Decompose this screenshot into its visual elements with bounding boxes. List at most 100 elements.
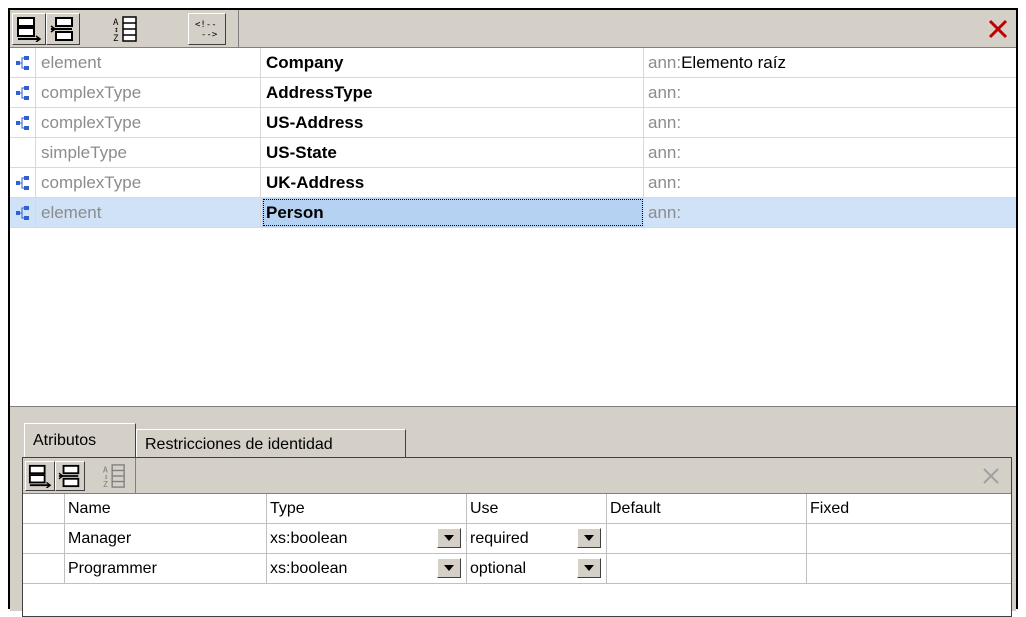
attribute-use-value: required (470, 530, 529, 547)
toolbar-separator (238, 10, 239, 48)
component-row-addresstype[interactable]: complexType AddressType ann: (10, 78, 1016, 108)
svg-text:Z: Z (113, 34, 119, 43)
component-kind: element (37, 48, 261, 77)
component-name[interactable]: US-Address (262, 108, 644, 137)
component-annotation[interactable]: ann: (645, 168, 1016, 197)
component-row-company[interactable]: element Company ann:Elemento raíz (10, 48, 1016, 78)
component-name[interactable]: AddressType (262, 78, 644, 107)
append-row-icon (28, 464, 52, 488)
svg-text:↕: ↕ (114, 25, 119, 34)
attributes-toolbar: A ↕ Z (23, 458, 1011, 494)
annotation-prefix: ann: (648, 173, 682, 192)
component-name[interactable]: Company (262, 48, 644, 77)
annotation-prefix: ann: (648, 53, 682, 72)
empty-icon-cell (10, 138, 36, 167)
component-row-us-address[interactable]: complexType US-Address ann: (10, 108, 1016, 138)
svg-text:Z: Z (103, 479, 108, 489)
annotation-prefix: ann: (648, 83, 682, 102)
component-name[interactable]: Person (262, 198, 644, 227)
dropdown-arrow-icon (584, 535, 594, 541)
component-row-person[interactable]: element Person ann: (10, 198, 1016, 228)
attribute-use[interactable]: optional (467, 554, 607, 583)
use-dropdown-button[interactable] (577, 528, 601, 548)
close-button[interactable] (984, 15, 1012, 43)
tab-attributes[interactable]: Atributos (24, 423, 136, 457)
sort-az-icon: A ↕ Z (113, 16, 137, 43)
components-toolbar: A ↕ Z <!-- --> (10, 10, 1016, 48)
component-row-uk-address[interactable]: complexType UK-Address ann: (10, 168, 1016, 198)
attribute-type[interactable]: xs:boolean (267, 524, 467, 553)
attribute-use-value: optional (470, 560, 527, 577)
component-tree-icon[interactable] (10, 78, 36, 107)
attribute-type-value: xs:boolean (270, 530, 348, 547)
attribute-name[interactable]: Manager (65, 524, 267, 553)
component-row-us-state[interactable]: simpleType US-State ann: (10, 138, 1016, 168)
dropdown-arrow-icon (444, 535, 454, 541)
toolbar-separator (135, 458, 136, 494)
component-kind: complexType (37, 108, 261, 137)
attribute-type-value: xs:boolean (270, 560, 348, 577)
insert-row-icon (50, 17, 73, 41)
component-annotation[interactable]: ann: (645, 108, 1016, 137)
tab-identity-constraints[interactable]: Restricciones de identidad (136, 429, 406, 459)
component-tree-icon[interactable] (10, 168, 36, 197)
component-tree-icon[interactable] (10, 198, 36, 227)
close-icon (983, 468, 999, 484)
dropdown-arrow-icon (584, 565, 594, 571)
comment-icon: <!-- --> (195, 20, 218, 40)
attribute-type[interactable]: xs:boolean (267, 554, 467, 583)
append-row-button[interactable] (12, 13, 46, 45)
component-name[interactable]: US-State (262, 138, 644, 167)
comment-button[interactable]: <!-- --> (188, 13, 226, 45)
annotation-value: Elemento raíz (681, 53, 786, 72)
row-marker (23, 554, 65, 583)
svg-text:<!--: <!-- (195, 20, 217, 30)
column-header-name[interactable]: Name (65, 494, 267, 523)
attribute-use[interactable]: required (467, 524, 607, 553)
column-header-fixed[interactable]: Fixed (807, 494, 1011, 523)
insert-row-icon (58, 464, 80, 488)
schema-overview-window: A ↕ Z <!-- --> element Company ann:Eleme… (8, 8, 1018, 617)
attribute-default[interactable] (607, 554, 807, 583)
attribute-name[interactable]: Programmer (65, 554, 267, 583)
svg-text:-->: --> (201, 30, 218, 40)
use-dropdown-button[interactable] (577, 558, 601, 578)
details-panel: Restricciones de identidad Atributos A ↕… (10, 406, 1016, 617)
row-marker (23, 524, 65, 553)
component-name[interactable]: UK-Address (262, 168, 644, 197)
append-row-icon (17, 17, 42, 42)
dropdown-arrow-icon (444, 565, 454, 571)
component-kind: element (37, 198, 261, 227)
type-dropdown-button[interactable] (437, 528, 461, 548)
component-annotation[interactable]: ann: (645, 138, 1016, 167)
component-tree-icon[interactable] (10, 108, 36, 137)
component-kind: complexType (37, 168, 261, 197)
close-icon (988, 19, 1008, 39)
component-kind: complexType (37, 78, 261, 107)
column-header-type[interactable]: Type (267, 494, 467, 523)
table-row[interactable]: Manager xs:boolean required (23, 524, 1011, 554)
component-annotation[interactable]: ann: (645, 78, 1016, 107)
column-header-marker (23, 494, 65, 523)
component-annotation[interactable]: ann: (645, 198, 1016, 227)
type-dropdown-button[interactable] (437, 558, 461, 578)
component-tree-icon[interactable] (10, 48, 36, 77)
column-header-use[interactable]: Use (467, 494, 607, 523)
annotation-prefix: ann: (648, 203, 682, 222)
column-header-default[interactable]: Default (607, 494, 807, 523)
table-row[interactable]: Programmer xs:boolean optional (23, 554, 1011, 584)
insert-attribute-button[interactable] (55, 461, 85, 491)
sort-az-icon: A ↕ Z (103, 464, 125, 489)
table-header-row: Name Type Use Default Fixed (23, 494, 1011, 524)
annotation-prefix: ann: (648, 143, 682, 162)
remove-attribute-button[interactable] (977, 462, 1005, 490)
append-attribute-button[interactable] (25, 461, 55, 491)
sort-button[interactable]: A ↕ Z (108, 13, 142, 45)
annotation-prefix: ann: (648, 113, 682, 132)
sort-attributes-button[interactable]: A ↕ Z (99, 461, 129, 491)
insert-row-button[interactable] (46, 13, 80, 45)
attribute-default[interactable] (607, 524, 807, 553)
component-annotation[interactable]: ann:Elemento raíz (645, 48, 1016, 77)
attribute-fixed[interactable] (807, 524, 1011, 553)
attribute-fixed[interactable] (807, 554, 1011, 583)
